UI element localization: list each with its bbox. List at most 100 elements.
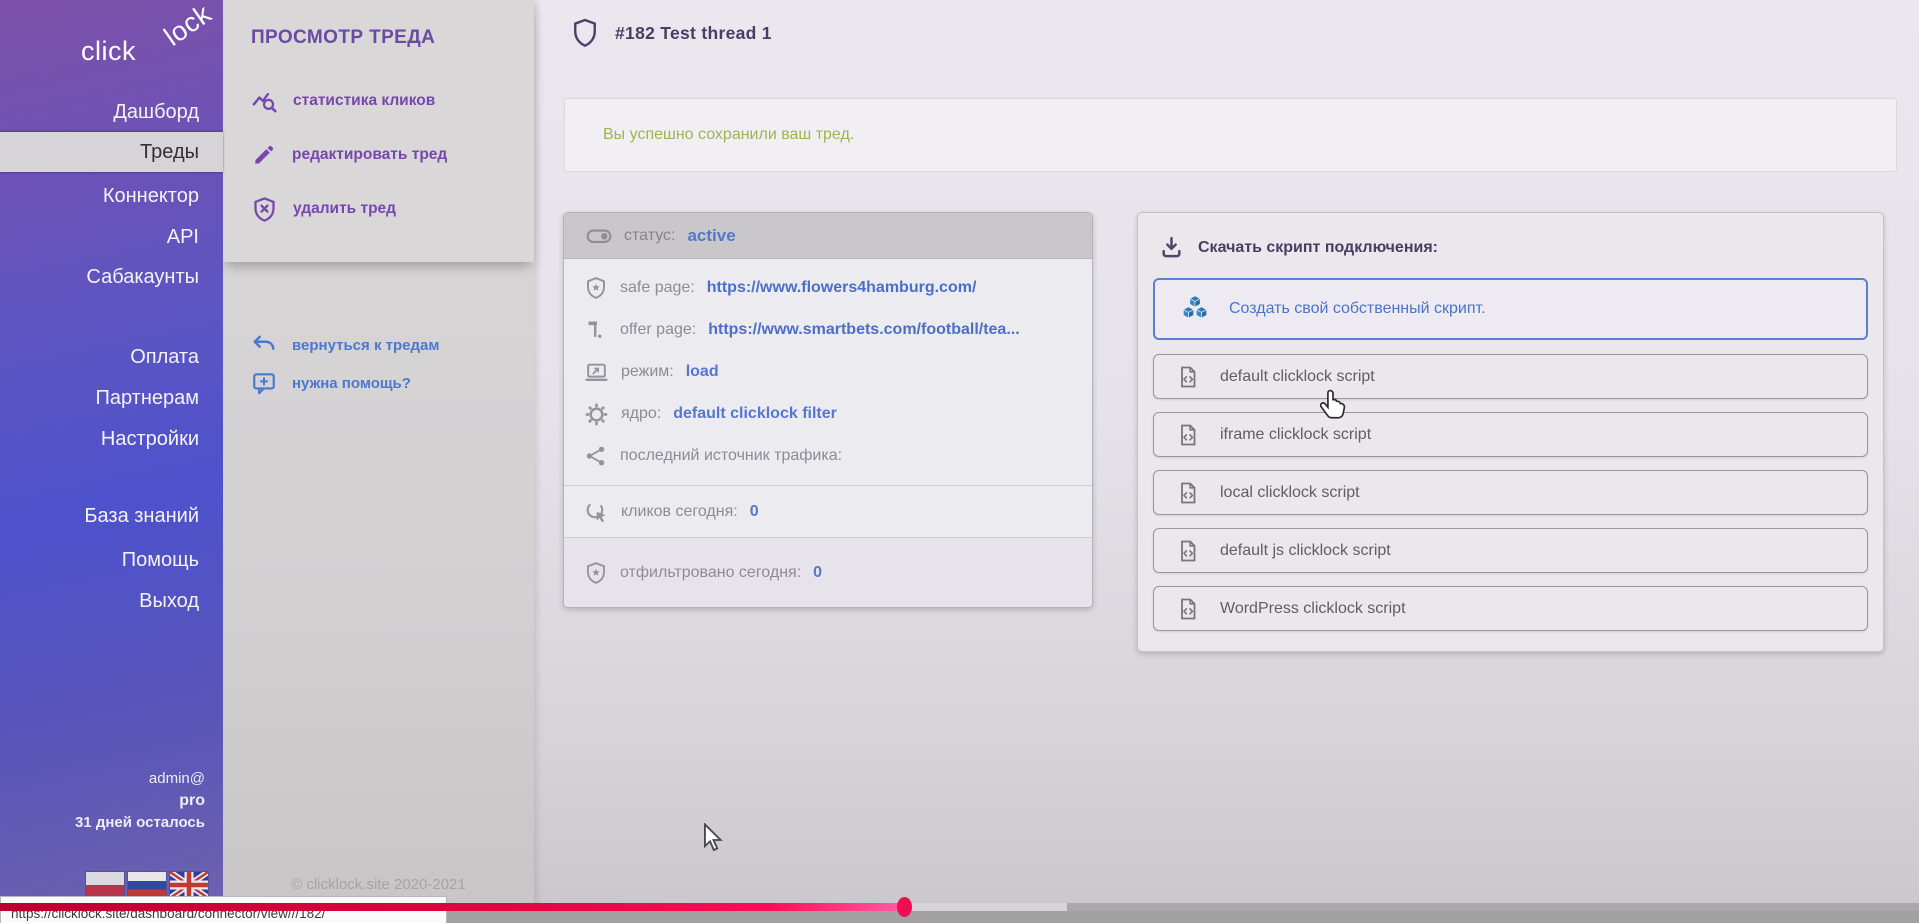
core-row: ядро: default clicklock filter bbox=[564, 393, 1092, 435]
toggle-icon bbox=[586, 223, 612, 249]
user-plan: pro bbox=[75, 790, 205, 812]
gear-icon bbox=[584, 402, 609, 427]
thread-submenu: ПРОСМОТР ТРЕДА статистика кликов редакти… bbox=[223, 0, 534, 923]
shield-star-icon bbox=[584, 276, 608, 300]
mode-row: режим: load bbox=[564, 351, 1092, 393]
click-icon bbox=[584, 499, 609, 524]
success-message: Вы успешно сохранили ваш тред. bbox=[603, 126, 854, 144]
signpost-icon bbox=[584, 318, 608, 342]
pencil-icon bbox=[251, 142, 277, 168]
flag-russia-icon[interactable] bbox=[128, 872, 166, 898]
sidebar-nav: Дашборд Треды Коннектор API Сабакаунты О… bbox=[0, 92, 223, 621]
sidebar: click lock Дашборд Треды Коннектор API С… bbox=[0, 0, 223, 923]
thread-header: #182 Test thread 1 bbox=[572, 18, 772, 48]
download-script-panel: Скачать скрипт подключения: Создать свой… bbox=[1137, 212, 1884, 652]
offer-page-row: offer page: https://www.smartbets.com/fo… bbox=[564, 309, 1092, 351]
clicks-today-row: кликов сегодня: 0 bbox=[564, 485, 1092, 537]
status-value: active bbox=[687, 226, 735, 246]
sidebar-item-dashboard[interactable]: Дашборд bbox=[0, 92, 223, 132]
code-file-icon bbox=[1176, 423, 1200, 447]
create-own-script-button[interactable]: Создать свой собственный скрипт. bbox=[1153, 278, 1868, 340]
sidebar-item-subaccounts[interactable]: Сабакаунты bbox=[0, 257, 223, 297]
row-label: ядро: bbox=[621, 405, 661, 423]
row-label: режим: bbox=[621, 363, 674, 381]
link-back-to-threads[interactable]: вернуться к тредам bbox=[251, 330, 439, 360]
action-label: удалить тред bbox=[293, 200, 396, 218]
link-need-help[interactable]: нужна помощь? bbox=[251, 368, 439, 398]
sidebar-item-api[interactable]: API bbox=[0, 217, 223, 257]
thread-actions-block: ПРОСМОТР ТРЕДА статистика кликов редакти… bbox=[223, 0, 534, 262]
copyright: © clicklock.site 2020-2021 bbox=[223, 876, 534, 893]
video-progress-bar[interactable] bbox=[0, 903, 1919, 911]
language-switcher bbox=[86, 872, 208, 898]
clicks-today-value: 0 bbox=[750, 503, 759, 521]
wordpress-clicklock-script-button[interactable]: WordPress clicklock script bbox=[1153, 586, 1868, 631]
default-js-clicklock-script-button[interactable]: default js clicklock script bbox=[1153, 528, 1868, 573]
offer-page-link[interactable]: https://www.smartbets.com/football/tea..… bbox=[708, 321, 1019, 339]
status-label: статус: bbox=[624, 227, 675, 245]
sidebar-item-help[interactable]: Помощь bbox=[0, 540, 223, 580]
logo-text-click: click bbox=[81, 36, 136, 67]
sidebar-item-payment[interactable]: Оплата bbox=[0, 337, 223, 377]
button-label: WordPress clicklock script bbox=[1220, 600, 1406, 618]
cubes-icon bbox=[1177, 293, 1213, 325]
shield-x-icon bbox=[251, 196, 278, 223]
link-label: вернуться к тредам bbox=[292, 337, 439, 354]
iframe-clicklock-script-button[interactable]: iframe clicklock script bbox=[1153, 412, 1868, 457]
filtered-today-row: отфильтровано сегодня: 0 bbox=[564, 537, 1092, 607]
sidebar-item-knowledge-base[interactable]: База знаний bbox=[0, 496, 223, 536]
clicklock-logo: click lock bbox=[79, 12, 209, 78]
row-label: safe page: bbox=[620, 279, 695, 297]
code-file-icon bbox=[1176, 481, 1200, 505]
row-label: offer page: bbox=[620, 321, 696, 339]
safe-page-link[interactable]: https://www.flowers4hamburg.com/ bbox=[707, 279, 977, 297]
action-click-statistics[interactable]: статистика кликов bbox=[251, 86, 447, 116]
local-clicklock-script-button[interactable]: local clicklock script bbox=[1153, 470, 1868, 515]
button-label: default js clicklock script bbox=[1220, 542, 1391, 560]
page-title: #182 Test thread 1 bbox=[615, 23, 772, 44]
download-header: Скачать скрипт подключения: bbox=[1159, 235, 1868, 260]
sidebar-item-partners[interactable]: Партнерам bbox=[0, 378, 223, 418]
action-label: статистика кликов bbox=[293, 92, 435, 110]
flag-poland-icon[interactable] bbox=[86, 872, 124, 898]
last-traffic-source-row: последний источник трафика: bbox=[564, 435, 1092, 477]
button-label: local clicklock script bbox=[1220, 484, 1360, 502]
sidebar-item-threads[interactable]: Треды bbox=[0, 132, 223, 172]
code-file-icon bbox=[1176, 597, 1200, 621]
shield-star-icon bbox=[584, 561, 608, 585]
submenu-title: ПРОСМОТР ТРЕДА bbox=[223, 0, 534, 49]
mode-value: load bbox=[686, 363, 719, 381]
stats-search-icon bbox=[251, 88, 278, 115]
undo-arrow-icon bbox=[251, 332, 277, 358]
download-icon bbox=[1159, 235, 1184, 260]
user-email: admin@ bbox=[75, 768, 205, 790]
shield-icon bbox=[572, 18, 598, 48]
action-label: редактировать тред bbox=[292, 146, 447, 164]
status-header-row: статус: active bbox=[564, 213, 1092, 259]
filtered-today-value: 0 bbox=[813, 564, 822, 582]
sidebar-item-settings[interactable]: Настройки bbox=[0, 419, 223, 459]
row-label: отфильтровано сегодня: bbox=[620, 564, 801, 582]
action-edit-thread[interactable]: редактировать тред bbox=[251, 140, 447, 170]
video-playhead[interactable] bbox=[897, 897, 912, 917]
button-label: default clicklock script bbox=[1220, 368, 1375, 386]
success-alert: Вы успешно сохранили ваш тред. bbox=[564, 98, 1897, 172]
user-info: admin@ pro 31 дней осталось bbox=[75, 768, 205, 834]
row-label: кликов сегодня: bbox=[621, 503, 738, 521]
button-label: iframe clicklock script bbox=[1220, 426, 1371, 444]
video-played-bar bbox=[0, 903, 904, 911]
button-label: Создать свой собственный скрипт. bbox=[1229, 300, 1486, 318]
action-delete-thread[interactable]: удалить тред bbox=[251, 194, 447, 224]
main-content: #182 Test thread 1 Вы успешно сохранили … bbox=[534, 0, 1919, 923]
flag-uk-icon[interactable] bbox=[170, 872, 208, 898]
laptop-arrow-icon bbox=[584, 360, 609, 385]
thread-status-card: статус: active safe page: https://www.fl… bbox=[563, 212, 1093, 608]
code-file-icon bbox=[1176, 539, 1200, 563]
sidebar-item-logout[interactable]: Выход bbox=[0, 581, 223, 621]
sidebar-item-connector[interactable]: Коннектор bbox=[0, 176, 223, 216]
share-icon bbox=[584, 444, 608, 468]
core-value: default clicklock filter bbox=[673, 405, 837, 423]
help-bubble-icon bbox=[251, 370, 277, 396]
user-days-left: 31 дней осталось bbox=[75, 812, 205, 834]
default-clicklock-script-button[interactable]: default clicklock script bbox=[1153, 354, 1868, 399]
